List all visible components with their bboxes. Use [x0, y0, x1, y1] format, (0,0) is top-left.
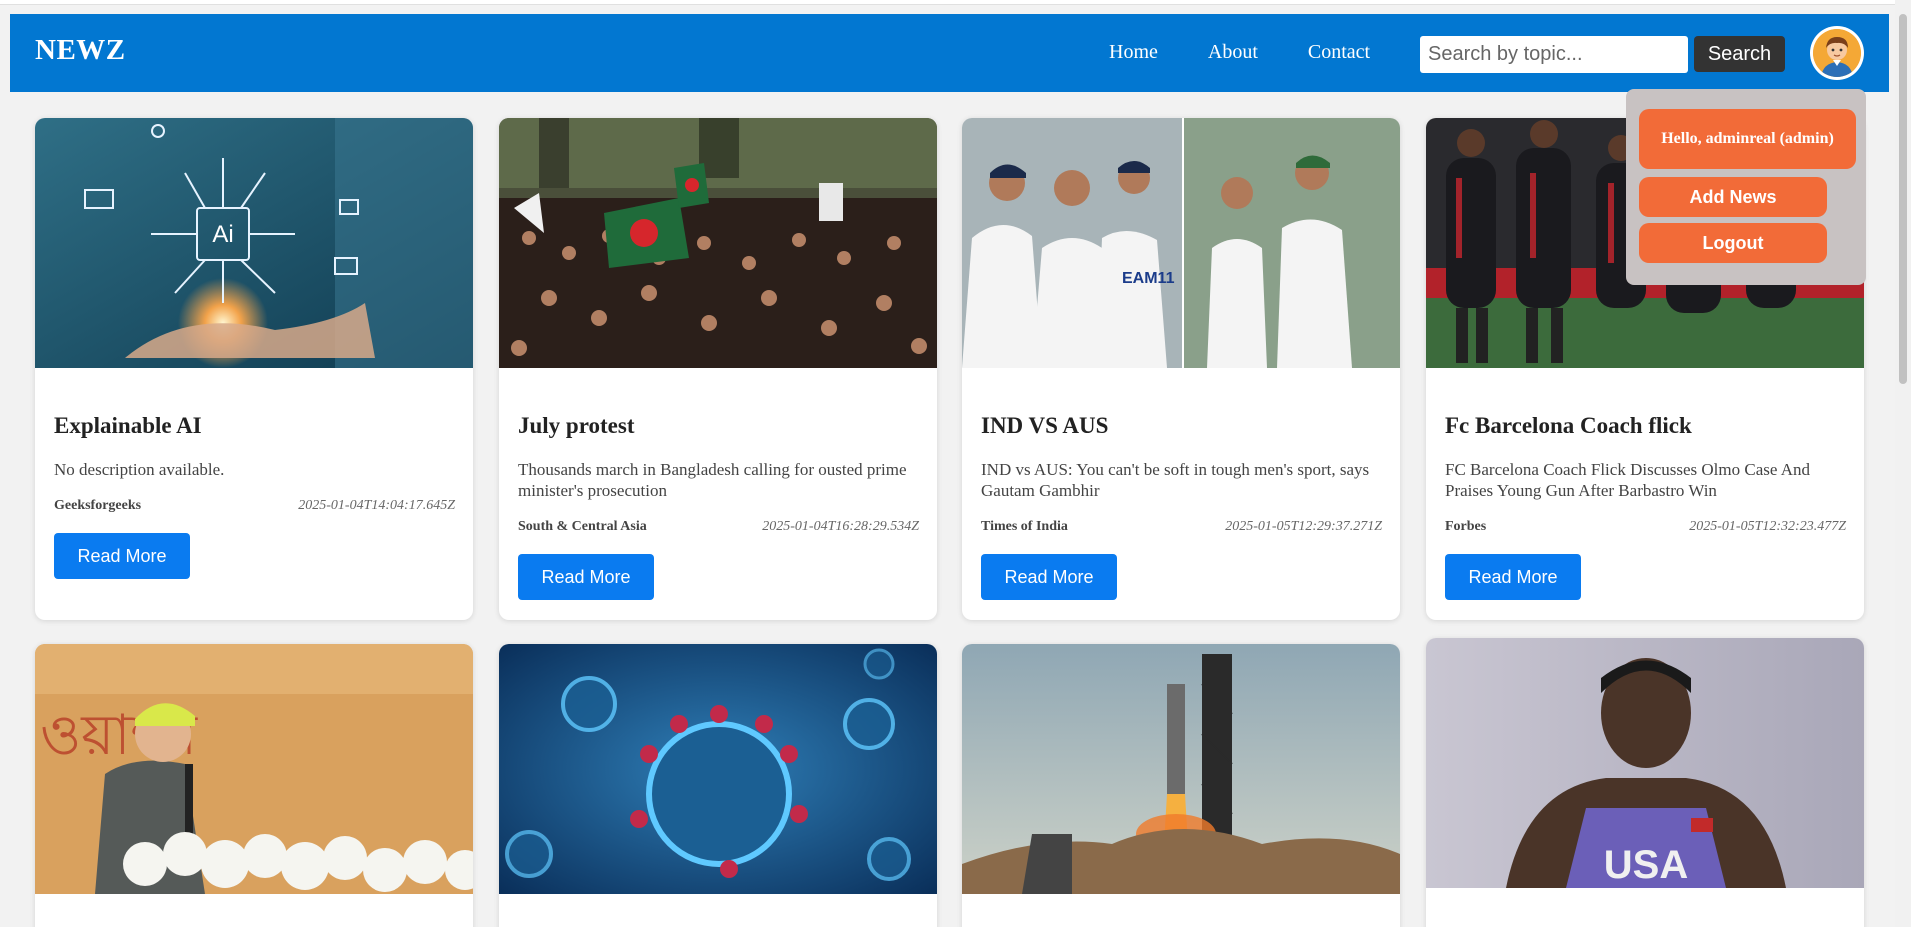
news-card: ওয়াশন	[35, 644, 473, 927]
card-description: FC Barcelona Coach Flick Discusses Olmo …	[1445, 460, 1810, 500]
read-more-button[interactable]: Read More	[981, 554, 1117, 600]
svg-text:USA: USA	[1604, 843, 1688, 887]
card-date: 2025-01-05T12:29:37.271Z	[1225, 519, 1382, 534]
news-card	[499, 644, 937, 927]
card-source: Forbes	[1445, 519, 1487, 534]
greeting-label: Hello, adminreal (admin)	[1639, 109, 1856, 169]
card-source: South & Central Asia	[518, 519, 647, 534]
user-avatar[interactable]	[1810, 26, 1864, 80]
brand-logo[interactable]: NEWZ	[35, 34, 126, 67]
news-card: Ai Explainable AI No description availab…	[35, 118, 473, 620]
add-news-button[interactable]: Add News	[1639, 177, 1827, 217]
athlete-usa-photo: USA	[1426, 638, 1864, 888]
card-title[interactable]: IND VS AUS	[981, 413, 1108, 439]
scrollbar-thumb[interactable]	[1899, 14, 1907, 384]
card-source: Times of India	[981, 519, 1068, 534]
news-card: July protest Thousands march in Banglade…	[499, 118, 937, 620]
svg-text:EAM11: EAM11	[1122, 270, 1175, 287]
nav-link-contact[interactable]: Contact	[1308, 41, 1370, 64]
card-date: 2025-01-04T16:28:29.534Z	[762, 519, 919, 534]
cricket-players-photo: EAM11	[962, 118, 1400, 368]
svg-text:Ai: Ai	[212, 221, 233, 248]
crowd-protest-photo	[499, 118, 937, 368]
card-description: No description available.	[54, 460, 225, 479]
search-input[interactable]	[1420, 36, 1688, 73]
ai-chip-icon: Ai	[35, 118, 473, 368]
card-date: 2025-01-05T12:32:23.477Z	[1689, 519, 1846, 534]
news-card: USA	[1426, 638, 1864, 927]
page-scrollbar[interactable]	[1895, 0, 1911, 927]
card-title[interactable]: July protest	[518, 413, 635, 439]
navbar: NEWZ Home About Contact Search	[10, 14, 1889, 92]
nav-link-home[interactable]: Home	[1109, 41, 1158, 64]
browser-top-edge	[0, 0, 1911, 5]
card-description: IND vs AUS: You can't be soft in tough m…	[981, 460, 1370, 500]
news-card: EAM11 IND VS AUS IND vs AUS: You can't b…	[962, 118, 1400, 620]
search-button[interactable]: Search	[1694, 36, 1785, 72]
read-more-button[interactable]: Read More	[1445, 554, 1581, 600]
logout-button[interactable]: Logout	[1639, 223, 1827, 263]
card-title[interactable]: Fc Barcelona Coach flick	[1445, 413, 1692, 439]
virus-photo	[499, 644, 937, 894]
news-card	[962, 644, 1400, 927]
card-date: 2025-01-04T14:04:17.645Z	[298, 498, 455, 513]
card-source: Geeksforgeeks	[54, 498, 142, 513]
nav-links: Home About Contact	[1109, 41, 1370, 64]
card-description: Thousands march in Bangladesh calling fo…	[518, 460, 907, 500]
read-more-button[interactable]: Read More	[518, 554, 654, 600]
user-dropdown-menu: Hello, adminreal (admin) Add News Logout	[1626, 89, 1866, 285]
nav-link-about[interactable]: About	[1208, 41, 1258, 64]
card-title[interactable]: Explainable AI	[54, 413, 202, 439]
speaker-podium-photo: ওয়াশন	[35, 644, 473, 894]
avatar-person-icon	[1813, 29, 1861, 77]
read-more-button[interactable]: Read More	[54, 533, 190, 579]
rocket-launch-photo	[962, 644, 1400, 894]
